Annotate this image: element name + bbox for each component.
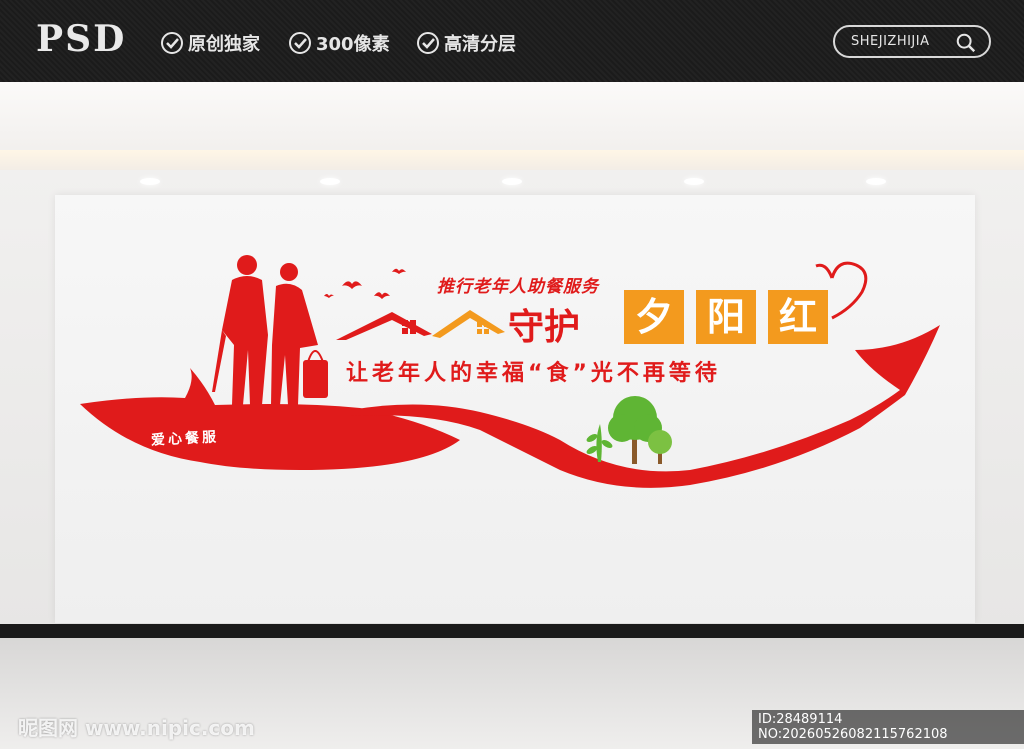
tag-char-box: 红 [768, 290, 828, 344]
subline: 让老年人的幸福“食”光不再等待 [346, 361, 721, 386]
elderly-couple-icon [212, 255, 328, 405]
heart-icon [830, 261, 868, 320]
tag-char-box: 夕 [624, 290, 684, 344]
tree-icon [648, 430, 672, 464]
slogan-small: 推行老年人助餐服务 [437, 277, 599, 297]
birds-icon [324, 268, 406, 299]
house-icon [336, 312, 432, 340]
slogan-big: 守护 [508, 307, 581, 348]
tag-char-box: 阳 [696, 290, 756, 344]
ribbon-label: 爱心餐服 [150, 429, 220, 449]
house-icon [432, 310, 505, 338]
image-id-watermark: ID:28489114 NO:20260526082115762108 [752, 710, 1024, 744]
site-watermark: 昵图网 www.nipic.com [18, 716, 255, 740]
tree-icon [608, 396, 662, 464]
